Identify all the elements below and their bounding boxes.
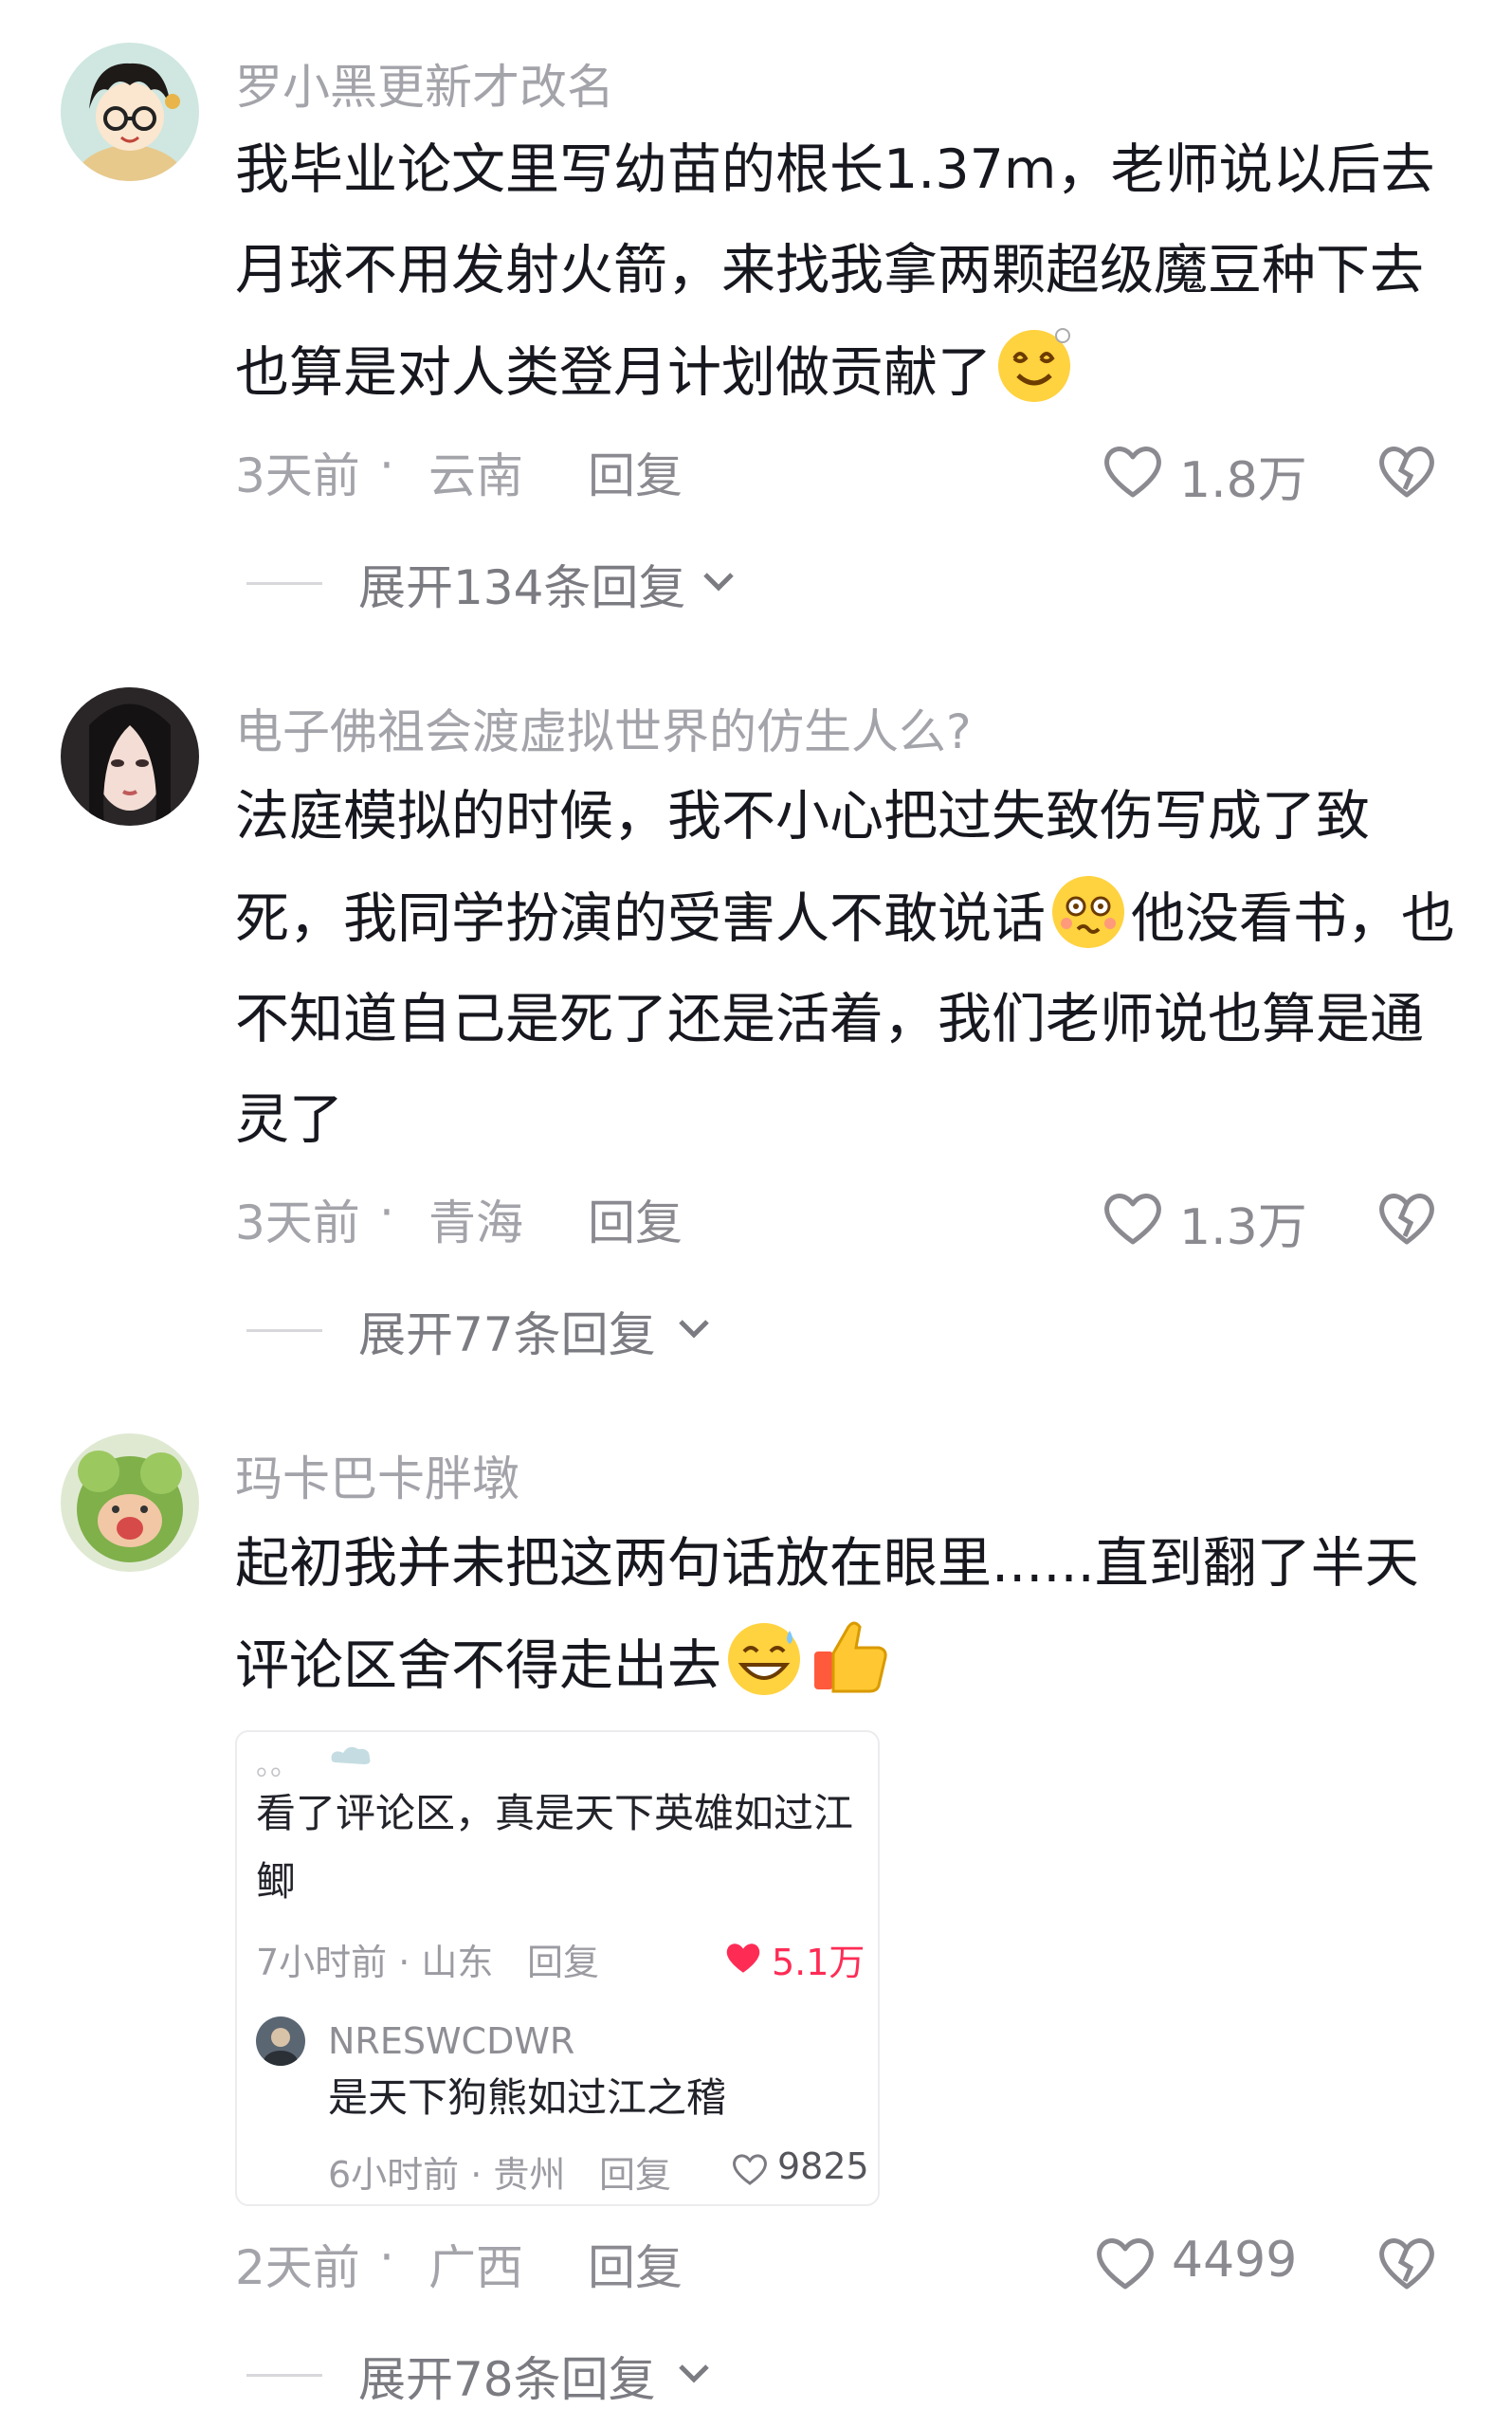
sub-reply-like-count: 9825 xyxy=(777,2145,869,2187)
comment-location: 云南 xyxy=(428,448,523,503)
comment-time: 3天前 xyxy=(235,448,360,503)
reply-button[interactable]: 回复 xyxy=(588,1185,683,1253)
comment-text: 我毕业论文里写幼苗的根长1.37m，老师说以后去月球不用发射火箭，来找我拿两颗超… xyxy=(235,119,1458,423)
comment-text: 法庭模拟的时候，我不小心把过失致伤写成了致死，我同学扮演的受害人不敢说话 他没看… xyxy=(235,766,1458,1170)
comment-text: 起初我并未把这两句话放在眼里......直到翻了半天评论区舍不得走出去 xyxy=(235,1513,1458,1716)
comment-text-body: 我毕业论文里写幼苗的根长1.37m，老师说以后去月球不用发射火箭，来找我拿两颗超… xyxy=(235,138,1435,404)
sub-reply-text: 是天下狗熊如过江之稽 xyxy=(328,2074,727,2121)
quoted-like-count: 5.1万 xyxy=(772,1942,865,1983)
heart-icon xyxy=(733,2154,767,2185)
sub-reply-username[interactable]: NRESWCDWR xyxy=(328,2020,574,2062)
expand-replies-label: 展开77条回复 xyxy=(358,1307,656,1362)
like-count: 1.8万 xyxy=(1179,452,1307,509)
heart-icon xyxy=(1104,447,1161,498)
cloud-icon xyxy=(331,1746,371,1764)
quoted-comment-card[interactable]: 。。 看了评论区，真是天下英雄如过江鲫 7小时前 · 山东 回复 5.1万 NR… xyxy=(235,1730,880,2206)
expand-replies-label: 展开78条回复 xyxy=(358,2352,656,2407)
sub-reply-time: 6小时前 · 贵州 xyxy=(328,2154,566,2196)
heart-icon xyxy=(1097,2238,1154,2290)
sub-reply-reply-button[interactable]: 回复 xyxy=(599,2145,671,2198)
reply-button[interactable]: 回复 xyxy=(588,2230,683,2298)
broken-heart-icon[interactable] xyxy=(1375,1185,1439,1251)
chevron-down-icon xyxy=(679,2364,709,2383)
meta-separator: · xyxy=(379,2230,394,2285)
divider-line xyxy=(246,2374,322,2377)
broken-heart-icon[interactable] xyxy=(1375,2230,1439,2296)
user-avatar[interactable] xyxy=(61,687,199,826)
grin-sweat-emoji xyxy=(721,1614,807,1699)
confused-face-emoji xyxy=(1046,867,1131,952)
broken-heart-icon[interactable] xyxy=(1375,438,1439,504)
username[interactable]: 电子佛祖会渡虚拟世界的仿生人么? xyxy=(235,694,972,762)
comment-location: 青海 xyxy=(428,1195,523,1250)
username[interactable]: 罗小黑更新才改名 xyxy=(235,49,614,118)
comment-time: 3天前 xyxy=(235,1195,360,1250)
chevron-down-icon xyxy=(679,1320,709,1339)
comment-location: 广西 xyxy=(428,2240,523,2295)
like-count: 4499 xyxy=(1172,2232,1298,2289)
user-avatar[interactable] xyxy=(61,43,199,181)
meta-separator: · xyxy=(379,1185,394,1240)
thumbs-up-emoji xyxy=(807,1614,892,1699)
sub-reply-avatar[interactable] xyxy=(256,2016,305,2066)
quote-card-header: 。。 xyxy=(256,1749,299,1782)
dizzy-smile-emoji xyxy=(992,320,1077,406)
meta-separator: · xyxy=(379,438,394,493)
divider-line xyxy=(246,1329,322,1332)
chevron-down-icon xyxy=(703,573,734,592)
quoted-comment-meta: 7小时前 · 山东 xyxy=(256,1933,493,1985)
quoted-comment-time: 7小时前 · 山东 xyxy=(256,1942,494,1983)
reply-button[interactable]: 回复 xyxy=(588,438,683,506)
quoted-comment-text: 看了评论区，真是天下英雄如过江鲫 xyxy=(256,1790,854,1905)
comment-time: 2天前 xyxy=(235,2240,360,2295)
expand-replies-label: 展开134条回复 xyxy=(358,560,686,615)
filled-heart-icon xyxy=(726,1943,760,1973)
divider-line xyxy=(246,582,322,585)
like-count: 1.3万 xyxy=(1179,1199,1307,1256)
user-avatar[interactable] xyxy=(61,1433,199,1572)
heart-icon xyxy=(1104,1194,1161,1245)
username[interactable]: 玛卡巴卡胖墩 xyxy=(235,1441,519,1509)
quoted-reply-button[interactable]: 回复 xyxy=(527,1933,599,1985)
